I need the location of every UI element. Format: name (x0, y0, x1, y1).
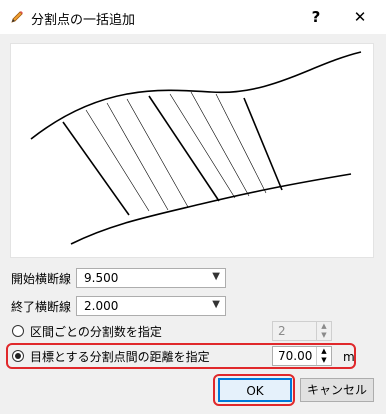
chevron-down-icon: ▼ (212, 299, 220, 310)
pencil-icon (11, 11, 23, 23)
by-count-label: 区間ごとの分割数を指定 (30, 325, 162, 339)
start-section-value: 9.500 (84, 271, 119, 285)
by-distance-radio[interactable] (12, 350, 24, 362)
title-bar: 分割点の一括追加 ? ✕ (0, 0, 386, 34)
radio-selected-dot (15, 353, 21, 359)
distance-unit: m (343, 350, 355, 364)
distance-spinner[interactable]: 70.00 ▲ ▼ (272, 346, 332, 366)
start-section-select[interactable]: 9.500 ▼ (76, 268, 226, 288)
help-button[interactable]: ? (304, 6, 328, 28)
division-line (169, 93, 236, 199)
division-line (106, 102, 169, 211)
right-bank-line (70, 173, 352, 245)
end-section-value: 2.000 (84, 299, 119, 313)
spin-down-icon[interactable]: ▼ (316, 356, 331, 365)
close-button[interactable]: ✕ (348, 6, 372, 28)
by-count-radio[interactable] (12, 325, 24, 337)
distance-value: 70.00 (278, 349, 313, 363)
start-section-label: 開始横断線 (11, 272, 72, 286)
spin-up-icon[interactable]: ▲ (316, 347, 331, 356)
division-count-value: 2 (278, 324, 286, 338)
chevron-down-icon: ▼ (212, 271, 220, 282)
cancel-button[interactable]: キャンセル (300, 378, 374, 402)
cross-section-end (243, 97, 283, 191)
division-line (215, 93, 267, 194)
preview-diagram (10, 43, 374, 258)
by-distance-label: 目標とする分割点間の距離を指定 (30, 350, 210, 364)
cross-section-mid (148, 95, 220, 202)
window-title: 分割点の一括追加 (31, 13, 136, 28)
division-diagram (30, 51, 362, 245)
division-line (190, 91, 250, 197)
spin-up-icon[interactable]: ▲ (316, 322, 331, 331)
ok-button[interactable]: OK (218, 378, 292, 402)
cross-section-start (62, 121, 130, 216)
left-bank-line (30, 51, 362, 140)
spin-down-icon[interactable]: ▼ (316, 331, 331, 340)
division-count-spinner[interactable]: 2 ▲ ▼ (272, 321, 332, 341)
end-section-select[interactable]: 2.000 ▼ (76, 296, 226, 316)
end-section-label: 終了横断線 (11, 300, 72, 314)
